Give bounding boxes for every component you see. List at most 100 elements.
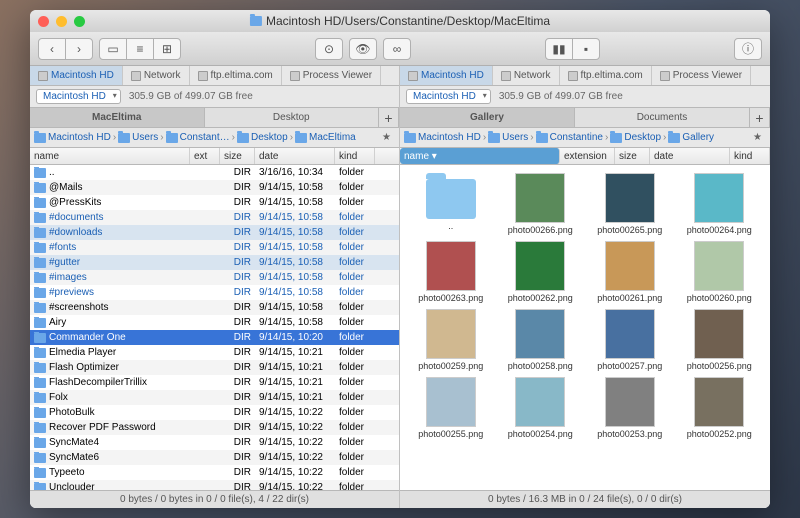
file-row[interactable]: #documentsDIR9/14/15, 10:58folder xyxy=(30,210,399,225)
file-date: 9/14/15, 10:58 xyxy=(255,317,335,328)
column-header-kind[interactable]: kind xyxy=(730,148,770,164)
favorite-star-icon[interactable]: ★ xyxy=(753,132,766,143)
folder-icon xyxy=(536,133,548,143)
file-row[interactable]: SyncMate6DIR9/14/15, 10:22folder xyxy=(30,450,399,465)
drive-tab[interactable]: ftp.eltima.com xyxy=(190,66,282,85)
file-row[interactable]: @MailsDIR9/14/15, 10:58folder xyxy=(30,180,399,195)
file-row[interactable]: Flash OptimizerDIR9/14/15, 10:21folder xyxy=(30,360,399,375)
left-volume-select[interactable]: Macintosh HD xyxy=(36,89,121,104)
file-thumbnail[interactable]: photo00256.png xyxy=(677,309,763,371)
file-thumbnail[interactable]: photo00261.png xyxy=(587,241,673,303)
file-thumbnail[interactable]: photo00260.png xyxy=(677,241,763,303)
column-header-name[interactable]: name xyxy=(30,148,190,164)
breadcrumb-item[interactable]: Users xyxy=(118,132,158,143)
file-row[interactable]: ..DIR3/16/16, 10:34folder xyxy=(30,165,399,180)
column-header-date[interactable]: date xyxy=(650,148,730,164)
toggle-button[interactable]: ⊙ xyxy=(315,38,343,60)
file-row[interactable]: #previewsDIR9/14/15, 10:58folder xyxy=(30,285,399,300)
forward-button[interactable]: › xyxy=(65,38,93,60)
file-row[interactable]: Elmedia PlayerDIR9/14/15, 10:21folder xyxy=(30,345,399,360)
add-tab-button[interactable]: + xyxy=(379,108,399,127)
drive-tab[interactable]: Process Viewer xyxy=(282,66,381,85)
dual-pane-button[interactable]: ▮▮ xyxy=(545,38,573,60)
panel-tab[interactable]: Desktop xyxy=(205,108,380,127)
file-row[interactable]: #gutterDIR9/14/15, 10:58folder xyxy=(30,255,399,270)
file-thumbnail[interactable]: photo00258.png xyxy=(498,309,584,371)
titlebar[interactable]: Macintosh HD/Users/Constantine/Desktop/M… xyxy=(30,10,770,32)
breadcrumb-item[interactable]: Macintosh HD xyxy=(404,132,481,143)
file-row[interactable]: AiryDIR9/14/15, 10:58folder xyxy=(30,315,399,330)
file-row[interactable]: #fontsDIR9/14/15, 10:58folder xyxy=(30,240,399,255)
file-thumbnail[interactable]: photo00263.png xyxy=(408,241,494,303)
zoom-button[interactable] xyxy=(74,16,85,27)
file-date: 9/14/15, 10:58 xyxy=(255,212,335,223)
file-row[interactable]: #downloadsDIR9/14/15, 10:58folder xyxy=(30,225,399,240)
file-thumbnail[interactable]: photo00255.png xyxy=(408,377,494,439)
breadcrumb-item[interactable]: Constant… xyxy=(166,132,230,143)
file-thumbnail[interactable]: photo00252.png xyxy=(677,377,763,439)
drive-tab[interactable]: Network xyxy=(123,66,190,85)
left-file-list[interactable]: ..DIR3/16/16, 10:34folder@MailsDIR9/14/1… xyxy=(30,165,399,490)
back-button[interactable]: ‹ xyxy=(38,38,66,60)
file-row[interactable]: FolxDIR9/14/15, 10:21folder xyxy=(30,390,399,405)
file-row[interactable]: TypeetoDIR9/14/15, 10:22folder xyxy=(30,465,399,480)
drive-tab[interactable]: Macintosh HD xyxy=(30,66,123,85)
minimize-button[interactable] xyxy=(56,16,67,27)
column-header-ext[interactable]: ext xyxy=(190,148,220,164)
column-header-size[interactable]: size xyxy=(615,148,650,164)
preview-button[interactable]: ∞ xyxy=(383,38,411,60)
hidden-files-button[interactable]: 👁 xyxy=(349,38,377,60)
file-row[interactable]: SyncMate4DIR9/14/15, 10:22folder xyxy=(30,435,399,450)
file-date: 9/14/15, 10:58 xyxy=(255,257,335,268)
breadcrumb-item[interactable]: MacEltima xyxy=(295,132,356,143)
file-row[interactable]: @PressKitsDIR9/14/15, 10:58folder xyxy=(30,195,399,210)
file-thumbnail[interactable]: photo00257.png xyxy=(587,309,673,371)
terminal-button[interactable]: ▪ xyxy=(572,38,600,60)
breadcrumb-item[interactable]: Users xyxy=(488,132,528,143)
view-brief-button[interactable]: ≡ xyxy=(126,38,154,60)
breadcrumb-item[interactable]: Desktop xyxy=(237,132,288,143)
file-thumbnail[interactable]: photo00262.png xyxy=(498,241,584,303)
right-tabs: GalleryDocuments+ xyxy=(400,108,770,128)
right-icon-view[interactable]: ..photo00266.pngphoto00265.pngphoto00264… xyxy=(400,165,770,490)
file-row[interactable]: #screenshotsDIR9/14/15, 10:58folder xyxy=(30,300,399,315)
add-tab-button[interactable]: + xyxy=(750,108,770,127)
file-thumbnail[interactable]: photo00253.png xyxy=(587,377,673,439)
file-thumbnail[interactable]: photo00265.png xyxy=(587,173,673,235)
panel-tab[interactable]: MacEltima xyxy=(30,108,205,127)
drive-tab[interactable]: Process Viewer xyxy=(652,66,751,85)
file-thumbnail[interactable]: photo00264.png xyxy=(677,173,763,235)
parent-folder[interactable]: .. xyxy=(408,173,494,235)
info-button[interactable]: ⓘ xyxy=(734,38,762,60)
file-row[interactable]: #imagesDIR9/14/15, 10:58folder xyxy=(30,270,399,285)
file-thumbnail[interactable]: photo00266.png xyxy=(498,173,584,235)
drive-tab[interactable]: Macintosh HD xyxy=(400,66,493,85)
column-header-kind[interactable]: kind xyxy=(335,148,375,164)
file-kind: folder xyxy=(335,227,375,238)
column-header-name[interactable]: name ▾ xyxy=(400,148,560,164)
view-full-button[interactable]: ▭ xyxy=(99,38,127,60)
breadcrumb-item[interactable]: Constantine xyxy=(536,132,603,143)
right-volume-select[interactable]: Macintosh HD xyxy=(406,89,491,104)
file-row[interactable]: PhotoBulkDIR9/14/15, 10:22folder xyxy=(30,405,399,420)
file-row[interactable]: FlashDecompilerTrillixDIR9/14/15, 10:21f… xyxy=(30,375,399,390)
file-thumbnail[interactable]: photo00259.png xyxy=(408,309,494,371)
file-thumbnail[interactable]: photo00254.png xyxy=(498,377,584,439)
panel-tab[interactable]: Gallery xyxy=(400,108,575,127)
file-row[interactable]: Commander OneDIR9/14/15, 10:20folder xyxy=(30,330,399,345)
breadcrumb-item[interactable]: Desktop xyxy=(610,132,661,143)
breadcrumb-item[interactable]: Gallery xyxy=(668,132,714,143)
file-row[interactable]: UnclouderDIR9/14/15, 10:22folder xyxy=(30,480,399,490)
drive-tab[interactable]: ftp.eltima.com xyxy=(560,66,652,85)
column-header-size[interactable]: size xyxy=(220,148,255,164)
breadcrumb-item[interactable]: Macintosh HD xyxy=(34,132,111,143)
view-thumbs-button[interactable]: ⊞ xyxy=(153,38,181,60)
close-button[interactable] xyxy=(38,16,49,27)
drive-tab[interactable]: Network xyxy=(493,66,560,85)
file-row[interactable]: Recover PDF PasswordDIR9/14/15, 10:22fol… xyxy=(30,420,399,435)
column-header-extension[interactable]: extension xyxy=(560,148,615,164)
column-header-date[interactable]: date xyxy=(255,148,335,164)
file-name: @PressKits xyxy=(49,197,101,208)
favorite-star-icon[interactable]: ★ xyxy=(382,132,395,143)
panel-tab[interactable]: Documents xyxy=(575,108,750,127)
